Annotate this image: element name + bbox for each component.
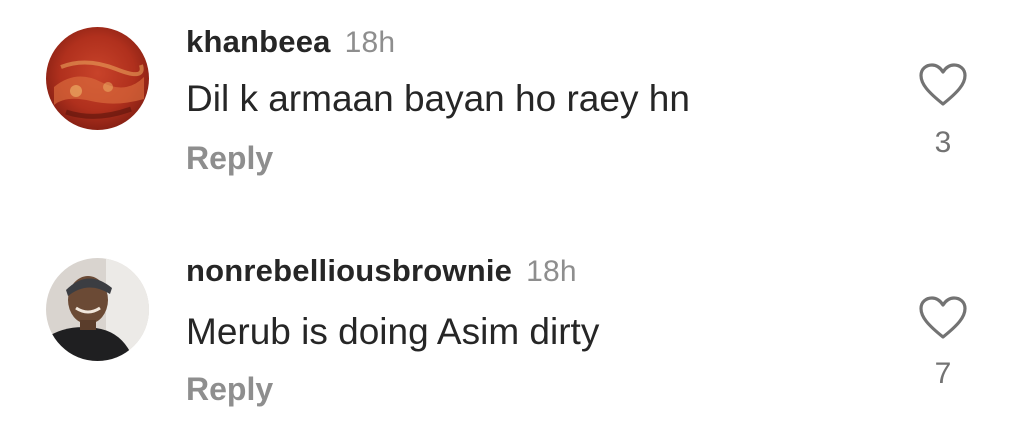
like-count: 7 bbox=[934, 357, 952, 390]
like-button[interactable] bbox=[918, 62, 968, 108]
heart-outline-icon bbox=[919, 63, 967, 106]
username[interactable]: nonrebelliousbrownie bbox=[186, 253, 512, 288]
like-button[interactable] bbox=[918, 295, 968, 341]
comment-author[interactable]: nonrebelliousbrownie 18h bbox=[186, 253, 577, 289]
username[interactable]: khanbeea bbox=[186, 24, 331, 59]
like-count: 3 bbox=[934, 126, 952, 159]
comment-author[interactable]: khanbeea 18h bbox=[186, 24, 395, 60]
comment-time: 18h bbox=[344, 26, 396, 59]
heart-outline-icon bbox=[919, 296, 967, 339]
comment-text: Dil k armaan bayan ho raey hn bbox=[186, 78, 690, 119]
comment-item: nonrebelliousbrownie 18h Merub is doing A… bbox=[0, 215, 1024, 430]
reply-button[interactable]: Reply bbox=[186, 140, 273, 177]
reply-button[interactable]: Reply bbox=[186, 371, 273, 408]
comment-time: 18h bbox=[526, 255, 577, 288]
comment-text: Merub is doing Asim dirty bbox=[186, 311, 600, 352]
comment-item: khanbeea 18h Dil k armaan bayan ho raey h… bbox=[0, 0, 1024, 215]
avatar[interactable] bbox=[46, 258, 149, 361]
avatar[interactable] bbox=[46, 27, 149, 130]
